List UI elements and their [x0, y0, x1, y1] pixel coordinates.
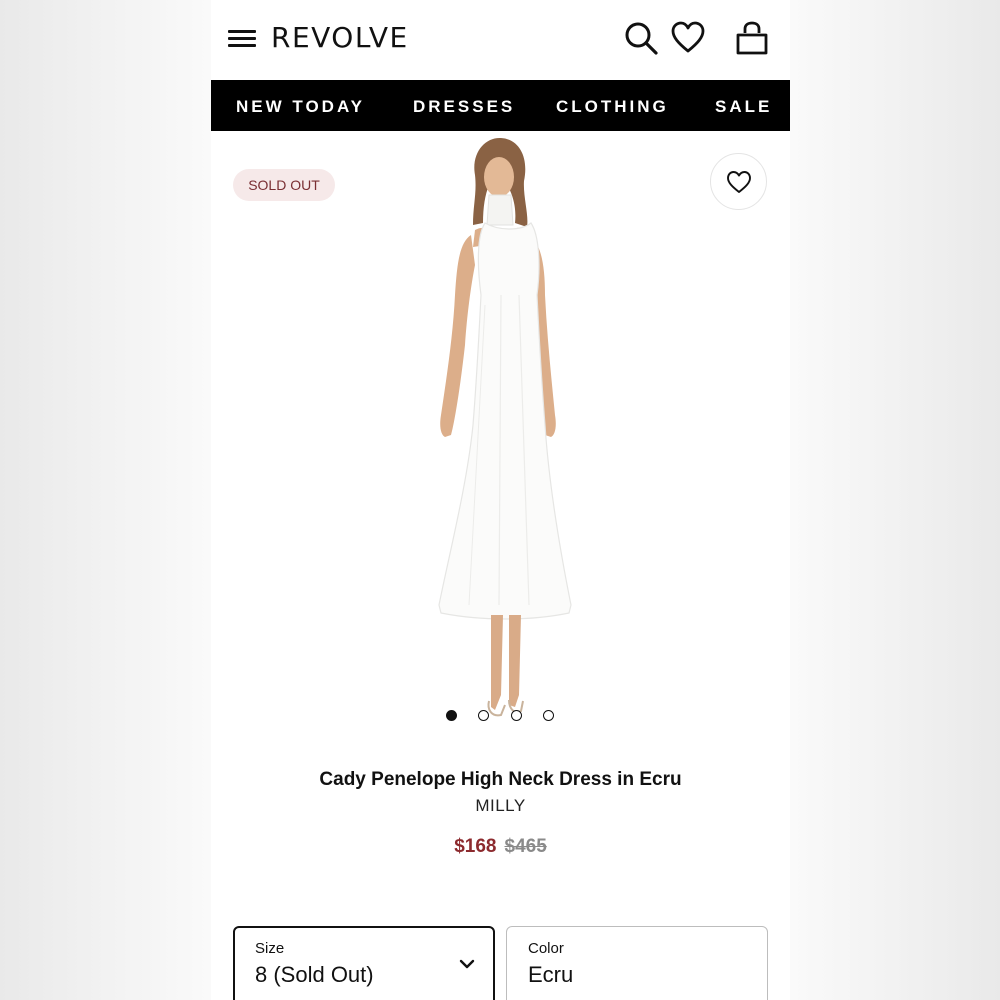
shopping-bag-icon[interactable]	[734, 20, 770, 56]
menu-icon[interactable]	[228, 30, 256, 48]
sale-price: $168	[454, 836, 497, 857]
heart-icon	[727, 171, 751, 193]
original-price: $465	[504, 836, 547, 857]
sold-out-badge: SOLD OUT	[233, 169, 335, 201]
product-page: REVOLVE NEW TODAY DRESSES CLOTHING SALE …	[211, 0, 790, 1000]
size-label: Size	[255, 940, 285, 957]
search-icon[interactable]	[623, 20, 659, 56]
size-value: 8 (Sold Out)	[255, 962, 374, 987]
nav-item-new-today[interactable]: NEW TODAY	[236, 97, 365, 117]
product-photo[interactable]	[411, 135, 581, 725]
color-label: Color	[528, 940, 564, 957]
color-value: Ecru	[528, 962, 574, 987]
heart-icon[interactable]	[670, 20, 706, 56]
top-header: REVOLVE	[211, 0, 790, 80]
category-nav: NEW TODAY DRESSES CLOTHING SALE	[211, 80, 790, 131]
carousel-dot-3[interactable]	[511, 710, 522, 721]
product-brand[interactable]: MILLY	[211, 796, 790, 816]
nav-item-dresses[interactable]: DRESSES	[413, 97, 515, 117]
chevron-down-icon	[459, 959, 475, 969]
size-select[interactable]: Size 8 (Sold Out)	[233, 926, 495, 1000]
carousel-dot-1[interactable]	[446, 710, 457, 721]
product-title: Cady Penelope High Neck Dress in Ecru	[319, 769, 682, 790]
image-carousel-dots	[441, 710, 561, 722]
color-select[interactable]: Color Ecru	[506, 926, 768, 1000]
store-logo[interactable]: REVOLVE	[271, 21, 409, 54]
nav-item-clothing[interactable]: CLOTHING	[556, 97, 669, 117]
nav-item-sale[interactable]: SALE	[715, 97, 772, 117]
carousel-dot-2[interactable]	[478, 710, 489, 721]
carousel-dot-4[interactable]	[543, 710, 554, 721]
price-row: $168 $465	[211, 836, 790, 858]
add-to-wishlist-button[interactable]	[710, 153, 767, 210]
